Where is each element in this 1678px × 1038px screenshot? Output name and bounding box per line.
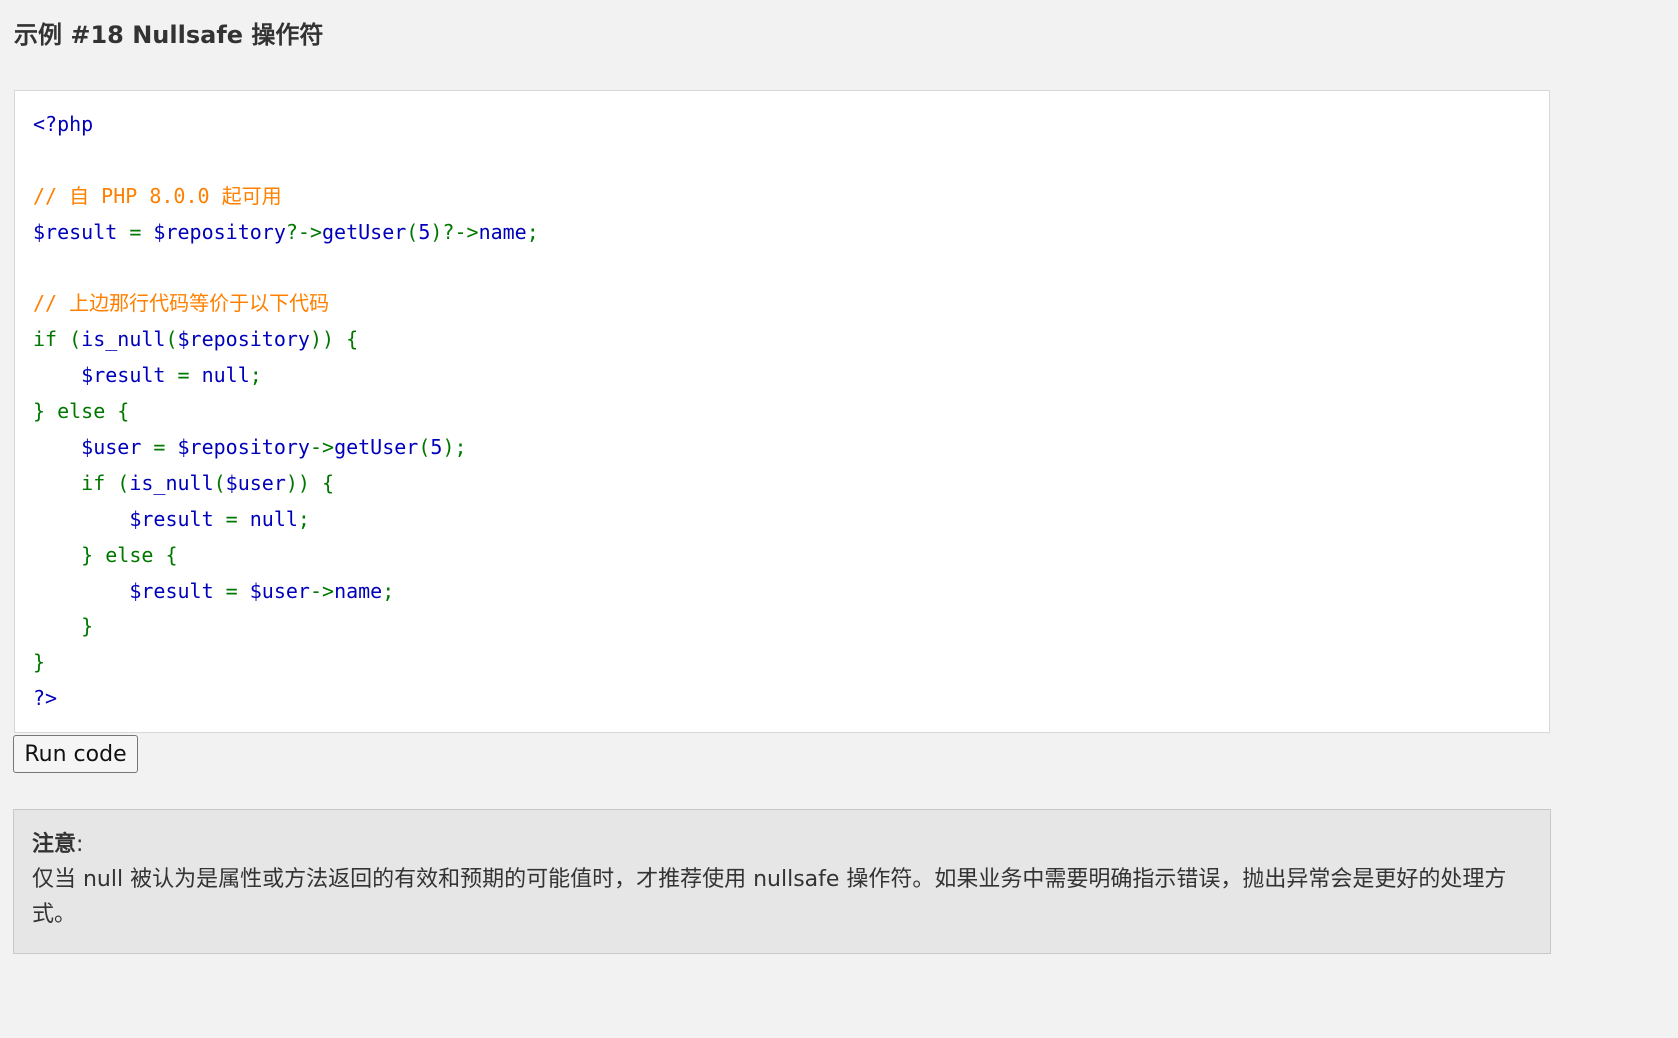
- code-token-kw: =: [153, 435, 178, 460]
- code-line: if (is_null($user)) {: [33, 466, 1549, 502]
- code-token-comment: // 上边那行代码等价于以下代码: [33, 291, 330, 316]
- code-token-kw: if (: [33, 470, 130, 495]
- code-line: }: [33, 609, 1549, 645]
- code-token-var: name: [478, 219, 527, 244]
- code-token-kw: ->: [309, 578, 335, 603]
- code-token-var: $repository: [177, 435, 310, 460]
- code-line: $result = null;: [33, 502, 1549, 538]
- code-token-kw: (: [418, 435, 431, 460]
- code-token-var: is_null: [81, 327, 166, 352]
- code-token-comment: // 自 PHP 8.0.0 起可用: [33, 183, 282, 208]
- code-token-kw: );: [442, 435, 467, 460]
- code-token-kw: =: [225, 506, 250, 531]
- code-line: $result = null;: [33, 358, 1549, 394]
- code-token-kw: ?->: [285, 219, 322, 244]
- code-token-var: is_null: [129, 470, 214, 495]
- code-line: <?php: [33, 107, 1549, 143]
- code-token-var: $user: [249, 578, 310, 603]
- note-label: 注意: [32, 832, 77, 857]
- code-token-kw: ->: [309, 435, 335, 460]
- note-text: 仅当 null 被认为是属性或方法返回的有效和预期的可能值时，才推荐使用 nul…: [32, 867, 1507, 927]
- code-token-var: null: [249, 506, 298, 531]
- code-token-var: null: [201, 363, 250, 388]
- code-line: $result = $repository?->getUser(5)?->nam…: [33, 215, 1549, 251]
- code-token-tag: <?php: [33, 112, 94, 136]
- note-box: 注意: 仅当 null 被认为是属性或方法返回的有效和预期的可能值时，才推荐使用…: [13, 809, 1551, 954]
- code-token-var: getUser: [322, 219, 407, 244]
- code-token-kw: } else {: [33, 399, 130, 424]
- code-line: if (is_null($repository)) {: [33, 322, 1549, 358]
- code-line: } else {: [33, 394, 1549, 430]
- run-code-button[interactable]: Run code: [13, 735, 138, 773]
- code-token-kw: =: [177, 363, 202, 388]
- code-token-kw: if (: [33, 327, 82, 352]
- code-token-var: name: [334, 578, 383, 603]
- code-token-kw: =: [225, 578, 250, 603]
- code-token-kw: )) {: [285, 470, 335, 495]
- code-token-kw: (: [165, 327, 178, 352]
- code-token-kw: ;: [526, 219, 539, 244]
- code-token-var: $result: [33, 219, 130, 244]
- code-line: ?>: [33, 681, 1549, 717]
- code-line: // 自 PHP 8.0.0 起可用: [33, 179, 1549, 215]
- code-token-var: $repository: [153, 219, 286, 244]
- code-block: <?php // 自 PHP 8.0.0 起可用 $result = $reposi…: [14, 90, 1550, 733]
- code-token-kw: ;: [297, 506, 310, 531]
- note-colon: :: [76, 832, 84, 857]
- code-token-var: getUser: [334, 435, 419, 460]
- code-lines: <?php // 自 PHP 8.0.0 起可用 $result = $reposi…: [33, 107, 1549, 717]
- code-line: } else {: [33, 538, 1549, 574]
- code-token-var: 5: [430, 435, 443, 460]
- code-token-kw: } else {: [33, 542, 178, 567]
- code-token-kw: (: [213, 470, 226, 495]
- code-line: }: [33, 645, 1549, 681]
- code-token-tag: ?>: [33, 686, 58, 711]
- example-title: 示例 #18 Nullsafe 操作符: [14, 21, 324, 49]
- code-token-kw: (: [406, 219, 419, 244]
- code-token-var: 5: [418, 219, 431, 244]
- code-token-kw: ;: [382, 578, 395, 603]
- code-token-var: $result: [33, 363, 178, 388]
- code-line: $result = $user->name;: [33, 574, 1549, 610]
- code-token-var: $result: [33, 506, 226, 531]
- code-line: // 上边那行代码等价于以下代码: [33, 286, 1549, 322]
- code-token-kw: }: [33, 614, 94, 639]
- code-token-kw: )?->: [430, 219, 479, 244]
- code-token-kw: =: [129, 219, 154, 244]
- code-token-kw: )) {: [309, 327, 359, 352]
- code-token-var: $user: [33, 435, 154, 460]
- code-token-var: $user: [225, 470, 286, 495]
- code-token-var: $result: [33, 578, 226, 603]
- code-token-kw: ;: [249, 363, 262, 388]
- code-token-var: $repository: [177, 327, 310, 352]
- code-line: $user = $repository->getUser(5);: [33, 430, 1549, 466]
- code-token-kw: }: [33, 650, 46, 675]
